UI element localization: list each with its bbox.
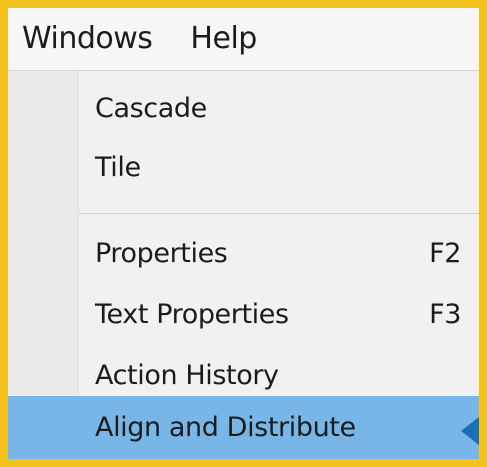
menu-item-cascade[interactable]: Cascade	[79, 79, 479, 137]
menubar-item-help[interactable]: Help	[172, 8, 270, 70]
menubar: Windows Help	[8, 8, 479, 71]
menu-item-tile[interactable]: Tile	[79, 138, 479, 196]
menu-separator	[79, 213, 479, 214]
menu-item-label: Action History	[95, 359, 279, 391]
menu-item-label: Align and Distribute	[95, 412, 356, 443]
shortcut-label: F2	[429, 237, 461, 269]
menu-item-align-and-distribute[interactable]: Align and Distribute	[79, 396, 479, 459]
menu-item-properties[interactable]: Properties F2	[79, 224, 479, 282]
menubar-item-windows[interactable]: Windows	[8, 8, 172, 70]
menu-item-label: Text Properties	[95, 298, 289, 330]
menu-item-label: Cascade	[95, 92, 207, 124]
submenu-arrow-icon	[461, 417, 479, 445]
menu-item-label: Properties	[95, 237, 228, 269]
menu-window: Windows Help Cascade Tile Properties F2 …	[8, 8, 479, 459]
menu-item-label: Tile	[95, 151, 141, 183]
menu-item-text-properties[interactable]: Text Properties F3	[79, 285, 479, 343]
shortcut-label: F3	[429, 298, 461, 330]
